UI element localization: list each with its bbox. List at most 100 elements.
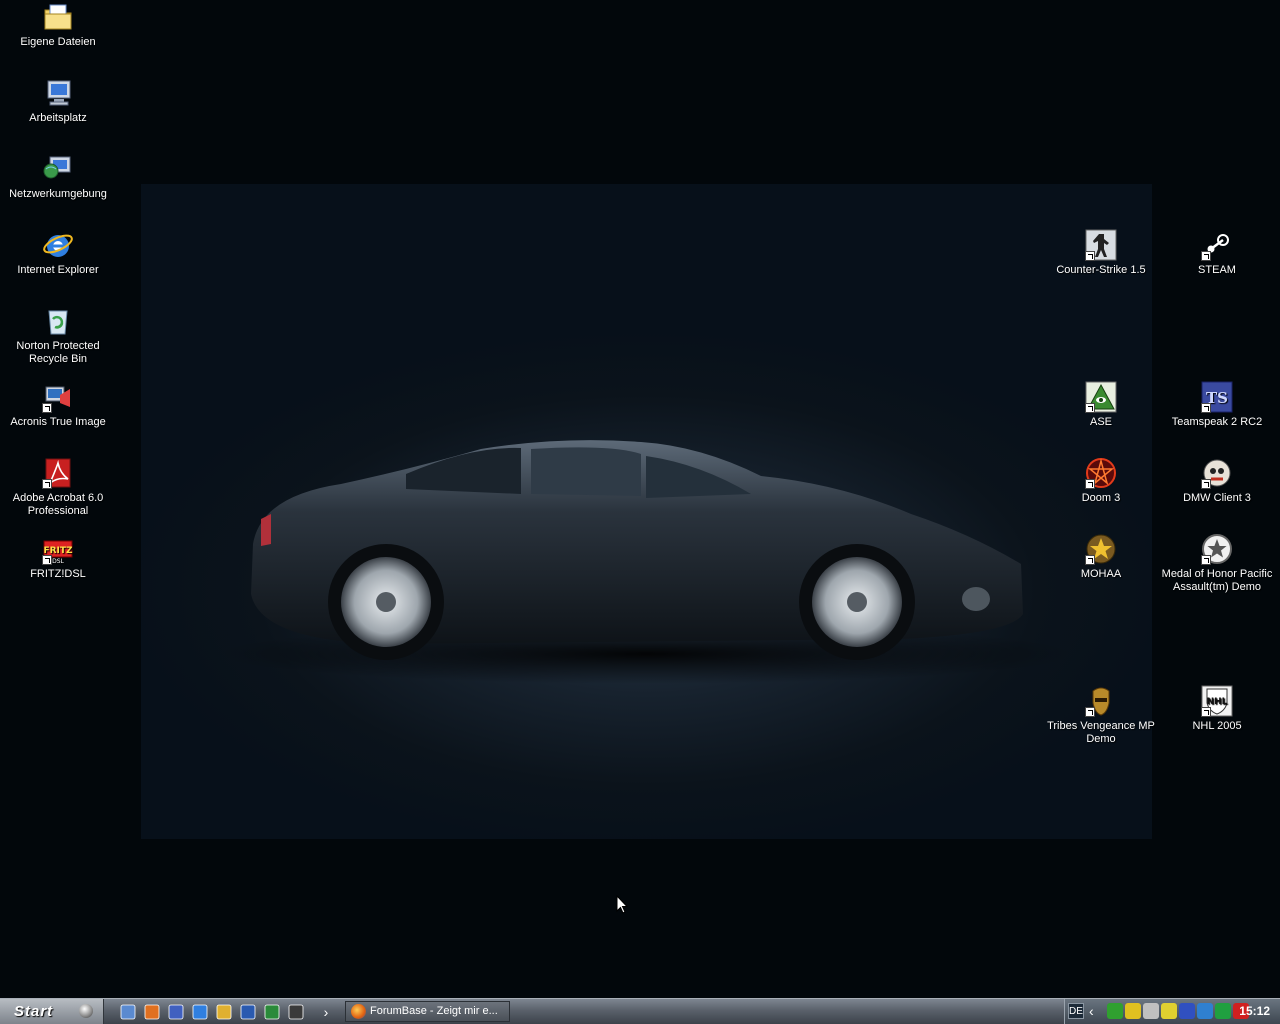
- outlook-icon[interactable]: [214, 1002, 234, 1022]
- desktop-icon-label: Eigene Dateien: [20, 36, 96, 48]
- counter-strike-icon: [1085, 229, 1117, 261]
- network-icon[interactable]: [1107, 1003, 1123, 1019]
- shortcut-arrow-icon: [1085, 707, 1095, 717]
- doom3-icon: [1085, 457, 1117, 489]
- desktop-icon-label: Teamspeak 2 RC2: [1171, 416, 1263, 428]
- shortcut-arrow-icon: [1085, 251, 1095, 261]
- start-button[interactable]: Start: [0, 999, 104, 1024]
- internet-explorer-icon: [42, 229, 74, 261]
- desktop-icon-label: STEAM: [1198, 264, 1236, 276]
- desktop-icon-label: Netzwerkumgebung: [9, 188, 107, 200]
- desktop-icon-tribes[interactable]: Tribes Vengeance MP Demo: [1043, 685, 1159, 746]
- desktop-icon-nhl2005[interactable]: NHL NHL 2005: [1159, 685, 1275, 733]
- desktop-icon-doom3[interactable]: Doom 3: [1043, 457, 1159, 505]
- winamp-icon[interactable]: [286, 1002, 306, 1022]
- desktop-icon-fritz-dsl[interactable]: FRITZ DSL FRITZ!DSL: [0, 533, 116, 581]
- excel-icon[interactable]: [262, 1002, 282, 1022]
- shortcut-arrow-icon: [42, 479, 52, 489]
- desktop-icon-steam[interactable]: STEAM: [1159, 229, 1275, 277]
- taskbar: Start › ForumBase - Zeigt mir e... DE ‹ …: [0, 998, 1280, 1024]
- shortcut-arrow-icon: [1201, 403, 1211, 413]
- desktop-icon-label: Doom 3: [1081, 492, 1121, 504]
- tray-expand-chevron[interactable]: ‹: [1089, 1002, 1094, 1020]
- folder-documents-icon: [42, 1, 74, 33]
- mouse-cursor: [616, 895, 628, 914]
- desktop-icon-label: Counter-Strike 1.5: [1056, 264, 1146, 276]
- desktop-icon-moh-pacific[interactable]: Medal of Honor Pacific Assault(tm) Demo: [1159, 533, 1275, 594]
- shortcut-arrow-icon: [1201, 479, 1211, 489]
- desktop-icon-label: Acronis True Image: [10, 416, 106, 428]
- desktop-icon-label: DMW Client 3: [1183, 492, 1251, 504]
- desktop-icon-recycle-bin[interactable]: Norton Protected Recycle Bin: [0, 305, 116, 366]
- shortcut-arrow-icon: [1201, 707, 1211, 717]
- desktop-icon-counter-strike[interactable]: Counter-Strike 1.5: [1043, 229, 1159, 277]
- taskbar-window-title: ForumBase - Zeigt mir e...: [370, 1005, 498, 1017]
- firefox-icon[interactable]: [142, 1002, 162, 1022]
- car-wallpaper: [141, 184, 1152, 839]
- network-places-icon: [42, 153, 74, 185]
- ase-icon: [1085, 381, 1117, 413]
- quicklaunch-more-chevron[interactable]: ›: [320, 1002, 332, 1022]
- internet-explorer-icon[interactable]: [190, 1002, 210, 1022]
- firefox-icon: [351, 1004, 366, 1019]
- desktop-icon-label: FRITZ!DSL: [30, 568, 86, 580]
- taskbar-window-button[interactable]: ForumBase - Zeigt mir e...: [345, 1001, 510, 1022]
- shortcut-arrow-icon: [1201, 555, 1211, 565]
- recycle-bin-icon: [42, 305, 74, 337]
- desktop-icon-label: Norton Protected Recycle Bin: [16, 340, 100, 365]
- desktop-icon-label: Adobe Acrobat 6.0 Professional: [12, 492, 104, 517]
- desktop-icon-ase[interactable]: ASE: [1043, 381, 1159, 429]
- svg-text:DSL: DSL: [52, 558, 64, 565]
- desktop-icon-label: Tribes Vengeance MP Demo: [1047, 720, 1155, 745]
- system-tray: DE ‹ 15:12: [1064, 999, 1280, 1024]
- monitor-icon[interactable]: [1179, 1003, 1195, 1019]
- shortcut-arrow-icon: [1201, 251, 1211, 261]
- clock[interactable]: 15:12: [1239, 999, 1270, 1024]
- desktop-icon-my-computer[interactable]: Arbeitsplatz: [0, 77, 116, 125]
- desktop-icon-label: Medal of Honor Pacific Assault(tm) Demo: [1161, 568, 1273, 593]
- desktop-icon-dmw-client[interactable]: DMW Client 3: [1159, 457, 1275, 505]
- desktop-icon-acrobat[interactable]: Adobe Acrobat 6.0 Professional: [0, 457, 116, 518]
- my-computer-icon: [42, 77, 74, 109]
- desktop-icon-label: MOHAA: [1080, 568, 1122, 580]
- tribes-icon: [1085, 685, 1117, 717]
- antivirus-icon[interactable]: [1161, 1003, 1177, 1019]
- volume-icon[interactable]: [1143, 1003, 1159, 1019]
- start-orb-icon: [79, 1004, 93, 1018]
- shortcut-arrow-icon: [42, 403, 52, 413]
- steam-icon: [1201, 229, 1233, 261]
- acrobat-icon: [42, 457, 74, 489]
- desktop-icon-internet-explorer[interactable]: Internet Explorer: [0, 229, 116, 277]
- quick-launch: [118, 1002, 306, 1022]
- shortcut-arrow-icon: [1085, 479, 1095, 489]
- desktop-icon-mohaa[interactable]: MOHAA: [1043, 533, 1159, 581]
- acronis-icon: [42, 381, 74, 413]
- moh-pacific-icon: [1201, 533, 1233, 565]
- svg-text:NHL: NHL: [1207, 697, 1228, 707]
- desktop-icon-label: Arbeitsplatz: [29, 112, 87, 124]
- connection-icon[interactable]: [1215, 1003, 1231, 1019]
- desktop-icon-folder-documents[interactable]: Eigene Dateien: [0, 1, 116, 49]
- desktop[interactable]: Eigene Dateien Arbeitsplatz Netzwerkumgebu…: [0, 0, 1280, 998]
- nhl2005-icon: NHL: [1201, 685, 1233, 717]
- tray-icons: [1107, 1003, 1249, 1019]
- desktop-icon-teamspeak[interactable]: TS Teamspeak 2 RC2: [1159, 381, 1275, 429]
- desktop-icon-network-places[interactable]: Netzwerkumgebung: [0, 153, 116, 201]
- fritz-dsl-icon: FRITZ DSL: [42, 533, 74, 565]
- globe-icon[interactable]: [1197, 1003, 1213, 1019]
- desktop-icon-acronis[interactable]: Acronis True Image: [0, 381, 116, 429]
- teamspeak-icon: TS: [1201, 381, 1233, 413]
- norton-icon[interactable]: [1125, 1003, 1141, 1019]
- shortcut-arrow-icon: [1085, 555, 1095, 565]
- word-icon[interactable]: [238, 1002, 258, 1022]
- show-desktop-icon[interactable]: [118, 1002, 138, 1022]
- language-indicator[interactable]: DE: [1068, 1003, 1084, 1019]
- mohaa-icon: [1085, 533, 1117, 565]
- desktop-icon-label: NHL 2005: [1192, 720, 1242, 732]
- shortcut-arrow-icon: [42, 555, 52, 565]
- media-icon[interactable]: [166, 1002, 186, 1022]
- desktop-icon-label: Internet Explorer: [17, 264, 99, 276]
- dmw-client-icon: [1201, 457, 1233, 489]
- shortcut-arrow-icon: [1085, 403, 1095, 413]
- desktop-icon-label: ASE: [1089, 416, 1112, 428]
